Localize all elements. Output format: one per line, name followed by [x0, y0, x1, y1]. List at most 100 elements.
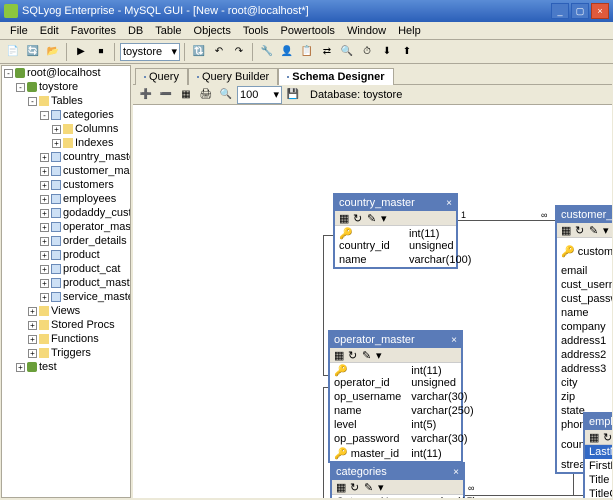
- column-row[interactable]: 🔑 customer_idint(11) unsigned: [557, 238, 612, 264]
- tree-folder-views[interactable]: +Views: [28, 304, 130, 318]
- tool-icon[interactable]: 🔧: [258, 43, 276, 61]
- print-icon[interactable]: 🖨: [197, 86, 215, 104]
- table-icon[interactable]: ▦: [336, 481, 348, 493]
- column-row[interactable]: address2varchar(100): [557, 348, 612, 362]
- column-row[interactable]: FirstNamevarchar(10): [585, 459, 612, 473]
- tree-table-customer_master[interactable]: +customer_master: [40, 164, 130, 178]
- maximize-button[interactable]: ▢: [571, 3, 589, 19]
- refresh-icon[interactable]: ↻: [575, 224, 587, 236]
- open-icon[interactable]: 📂: [44, 43, 62, 61]
- menu-table[interactable]: Table: [149, 23, 187, 39]
- zoom-icon[interactable]: 🔍: [217, 86, 235, 104]
- refresh-icon[interactable]: ↻: [348, 349, 360, 361]
- tree-table-product_master[interactable]: +product_master: [40, 276, 130, 290]
- tab-schema-designer[interactable]: Schema Designer: [278, 68, 393, 85]
- tree-table-godaddy_customer_master[interactable]: +godaddy_customer_master: [40, 206, 130, 220]
- redo-icon[interactable]: ↷: [230, 43, 248, 61]
- edit-icon[interactable]: ✎: [364, 481, 376, 493]
- import-icon[interactable]: ⬇: [378, 43, 396, 61]
- transfer-icon[interactable]: ⇄: [318, 43, 336, 61]
- add-icon[interactable]: ➕: [137, 86, 155, 104]
- table-icon[interactable]: ▦: [339, 212, 351, 224]
- tree-table-employees[interactable]: +employees: [40, 192, 130, 206]
- object-browser[interactable]: -root@localhost-toystore-Tables-categori…: [1, 65, 131, 498]
- column-row[interactable]: 🔑 operator_idint(11) unsigned: [330, 363, 480, 390]
- column-row[interactable]: namevarchar(250): [330, 404, 480, 418]
- new-connection-icon[interactable]: 📄: [4, 43, 22, 61]
- column-row[interactable]: LastNamevarchar(20): [585, 445, 612, 459]
- menu-favorites[interactable]: Favorites: [65, 23, 122, 39]
- tree-table-customers[interactable]: +customers: [40, 178, 130, 192]
- copy-icon[interactable]: 📋: [298, 43, 316, 61]
- menu-file[interactable]: File: [4, 23, 34, 39]
- close-button[interactable]: ×: [591, 3, 609, 19]
- tree-folder-stored-procs[interactable]: +Stored Procs: [28, 318, 130, 332]
- minimize-button[interactable]: _: [551, 3, 569, 19]
- menu-icon[interactable]: ▾: [376, 349, 388, 361]
- tree-folder-tables[interactable]: -Tables: [28, 94, 130, 108]
- layout-icon[interactable]: ▦: [177, 86, 195, 104]
- table-icon[interactable]: ▦: [589, 431, 601, 443]
- column-row[interactable]: 🔑 country_idint(11) unsigned: [335, 226, 477, 253]
- menu-icon[interactable]: ▾: [603, 224, 612, 236]
- entity-close-icon[interactable]: ×: [453, 467, 459, 478]
- entity-employees[interactable]: employees×▦↻✎▾LastNamevarchar(20)FirstNa…: [583, 412, 612, 498]
- stop-icon[interactable]: ⏹: [92, 43, 110, 61]
- column-row[interactable]: CategoryNamevarchar(15): [332, 495, 482, 498]
- menu-db[interactable]: DB: [122, 23, 149, 39]
- column-row[interactable]: cityvarchar(100): [557, 376, 612, 390]
- menu-objects[interactable]: Objects: [188, 23, 237, 39]
- tree-folder-triggers[interactable]: +Triggers: [28, 346, 130, 360]
- refresh-icon[interactable]: 🔃: [190, 43, 208, 61]
- zoom-select[interactable]: 100▾: [237, 86, 282, 104]
- menu-help[interactable]: Help: [392, 23, 427, 39]
- refresh-icon[interactable]: ↻: [603, 431, 612, 443]
- entity-header[interactable]: customer_master×: [557, 207, 612, 223]
- menu-edit[interactable]: Edit: [34, 23, 65, 39]
- column-row[interactable]: op_passwordvarchar(30): [330, 432, 480, 446]
- undo-icon[interactable]: ↶: [210, 43, 228, 61]
- entity-close-icon[interactable]: ×: [446, 198, 452, 209]
- column-row[interactable]: Titlevarchar(30): [585, 473, 612, 487]
- edit-icon[interactable]: ✎: [589, 224, 601, 236]
- save-icon[interactable]: 💾: [284, 86, 302, 104]
- column-row[interactable]: 🔑 master_idint(11): [330, 446, 480, 461]
- entity-close-icon[interactable]: ×: [451, 335, 457, 346]
- tree-table-service_master[interactable]: +service_master: [40, 290, 130, 304]
- column-row[interactable]: address1varchar(100): [557, 334, 612, 348]
- remove-icon[interactable]: ➖: [157, 86, 175, 104]
- column-row[interactable]: emailvarchar(255): [557, 264, 612, 278]
- entity-country_master[interactable]: country_master×▦↻✎▾🔑 country_idint(11) u…: [333, 193, 458, 269]
- table-icon[interactable]: ▦: [334, 349, 346, 361]
- menu-window[interactable]: Window: [341, 23, 392, 39]
- column-row[interactable]: TitleOfCourtesyvarchar(25): [585, 487, 612, 498]
- edit-icon[interactable]: ✎: [362, 349, 374, 361]
- tree-sub-indexes[interactable]: +Indexes: [52, 136, 130, 150]
- tree-db-test[interactable]: +test: [16, 360, 130, 374]
- entity-categories[interactable]: categories×▦↻✎▾CategoryNamevarchar(15)De…: [330, 462, 465, 498]
- tab-query-builder[interactable]: Query Builder: [188, 68, 278, 85]
- entity-header[interactable]: operator_master×: [330, 332, 461, 348]
- export-icon[interactable]: ⬆: [398, 43, 416, 61]
- tree-host[interactable]: -root@localhost: [4, 66, 130, 80]
- column-row[interactable]: namevarchar(100): [557, 306, 612, 320]
- menu-icon[interactable]: ▾: [378, 481, 390, 493]
- column-row[interactable]: namevarchar(100): [335, 253, 477, 267]
- tree-folder-functions[interactable]: +Functions: [28, 332, 130, 346]
- schedule-icon[interactable]: ⏱: [358, 43, 376, 61]
- tree-table-product_cat[interactable]: +product_cat: [40, 262, 130, 276]
- schema-canvas[interactable]: 1 ∞ 1 ∞ country_master×▦↻✎▾🔑 country_idi…: [133, 105, 612, 498]
- column-row[interactable]: op_usernamevarchar(30): [330, 390, 480, 404]
- tree-sub-columns[interactable]: +Columns: [52, 122, 130, 136]
- refresh-icon[interactable]: ↻: [353, 212, 365, 224]
- table-icon[interactable]: ▦: [561, 224, 573, 236]
- search-icon[interactable]: 🔍: [338, 43, 356, 61]
- database-select[interactable]: toystore ▾: [120, 43, 180, 61]
- tree-table-categories[interactable]: -categories: [40, 108, 130, 122]
- column-row[interactable]: address3varchar(100): [557, 362, 612, 376]
- column-row[interactable]: cust_passwordvarchar(40): [557, 292, 612, 306]
- menu-powertools[interactable]: Powertools: [275, 23, 341, 39]
- column-row[interactable]: levelint(5): [330, 418, 480, 432]
- entity-operator_master[interactable]: operator_master×▦↻✎▾🔑 operator_idint(11)…: [328, 330, 463, 463]
- tree-table-order_details[interactable]: +order_details: [40, 234, 130, 248]
